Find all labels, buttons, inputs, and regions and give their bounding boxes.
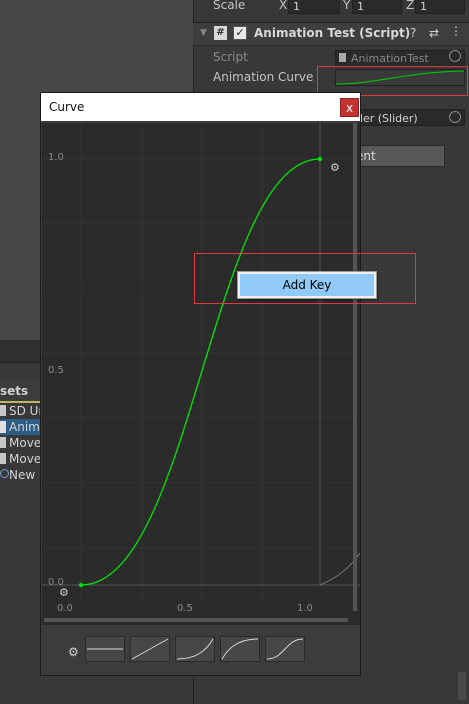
script-file-icon (0, 421, 6, 433)
project-item[interactable]: Move (0, 451, 41, 467)
y-tick-label: 1.0 (48, 152, 64, 163)
preset-ease-in-out-icon (266, 638, 304, 660)
preset-ease-in-out[interactable] (265, 636, 305, 662)
scale-z-label: Z (406, 0, 415, 12)
x-tick-label: 0.5 (177, 603, 193, 614)
close-button[interactable]: x (340, 98, 359, 117)
project-item[interactable]: SD Ur (0, 403, 41, 419)
curve-graph-svg (42, 123, 360, 622)
animation-file-icon (0, 453, 6, 464)
script-icon: # (214, 26, 227, 40)
animation-curve-label: Animation Curve (213, 70, 314, 84)
scale-x-field[interactable]: 1 (288, 0, 340, 14)
preset-constant[interactable] (85, 636, 125, 662)
x-tick-label: 1.0 (297, 603, 313, 614)
scale-y-label: Y (343, 0, 351, 12)
project-item[interactable]: Move (0, 435, 41, 451)
help-icon[interactable]: ? (410, 25, 416, 41)
inspector-button[interactable]: ent (353, 145, 445, 167)
more-options-icon[interactable]: ⋮ (450, 23, 462, 39)
scale-z-field[interactable]: 1 (415, 0, 465, 14)
preset-constant-icon (87, 648, 123, 650)
preset-ease-in-icon (176, 638, 214, 660)
slider-picker-icon[interactable] (449, 111, 461, 123)
presets-icon[interactable]: ⇄ (429, 25, 439, 41)
project-item-selected[interactable]: Anima (0, 419, 41, 435)
component-title: Animation Test (Script) (254, 26, 411, 40)
script-field[interactable]: AnimationTest (335, 50, 465, 66)
y-tick-label: 0.5 (48, 365, 64, 376)
script-label: Script (213, 50, 248, 64)
preset-linear-icon (131, 638, 169, 660)
presets-gear-icon[interactable]: ⚙ (68, 645, 79, 659)
preset-linear[interactable] (130, 636, 170, 662)
object-picker-icon[interactable] (449, 50, 461, 62)
key-settings-icon[interactable]: ⚙ (330, 161, 340, 174)
foldout-arrow-icon[interactable]: ▼ (200, 28, 207, 38)
preset-ease-out[interactable] (220, 636, 260, 662)
scale-y-field[interactable]: 1 (352, 0, 402, 14)
material-icon (0, 469, 9, 478)
scale-x-label: X (279, 0, 288, 12)
add-key-menu-item[interactable]: Add Key (240, 274, 374, 296)
key-settings-icon[interactable]: ⚙ (59, 586, 69, 599)
inspector-scrollbar[interactable] (458, 672, 466, 700)
curve-graph-area[interactable] (42, 123, 360, 625)
enabled-checkbox[interactable]: ✓ (233, 26, 247, 40)
preset-ease-in[interactable] (175, 636, 215, 662)
animation-file-icon (0, 437, 6, 448)
script-file-icon (339, 53, 346, 62)
scale-label: Scale (213, 0, 246, 12)
preset-ease-out-icon (221, 638, 259, 660)
folder-icon (0, 405, 6, 416)
curve-window-titlebar[interactable] (41, 93, 360, 121)
x-tick-label: 0.0 (57, 603, 73, 614)
curve-window-title: Curve (49, 100, 85, 114)
